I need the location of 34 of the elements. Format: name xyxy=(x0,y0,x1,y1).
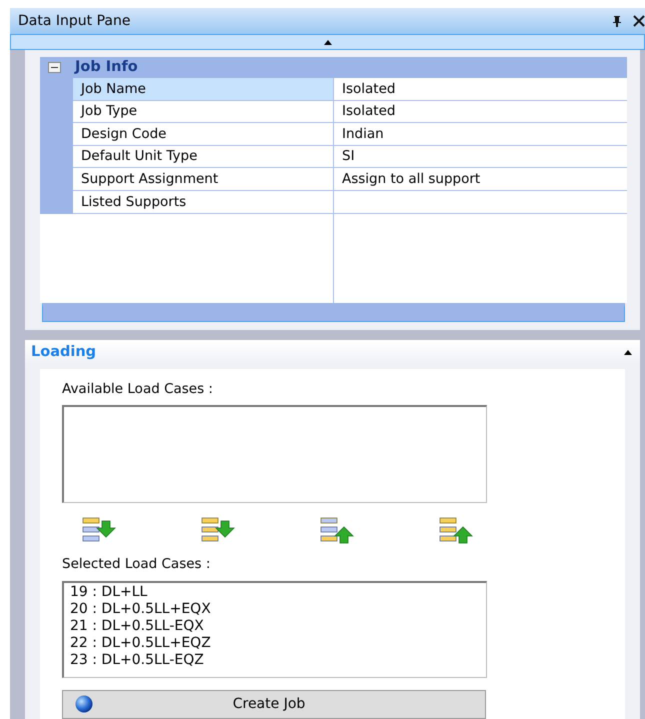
list-label: Selected Load Cases : xyxy=(62,555,212,574)
property-name[interactable]: Default Unit Type xyxy=(73,146,334,168)
collapse-icon[interactable] xyxy=(48,62,61,73)
property-name[interactable]: Design Code xyxy=(73,123,334,146)
move-up-icon[interactable] xyxy=(320,517,356,544)
property-value[interactable]: SI xyxy=(334,146,627,168)
row-header xyxy=(40,190,73,214)
property-name[interactable]: Listed Supports xyxy=(73,190,334,214)
list-item[interactable]: 23 : DL+0.5LL-EQZ xyxy=(64,652,486,668)
list-item[interactable]: 21 : DL+0.5LL-EQX xyxy=(64,618,486,634)
list-item[interactable]: 19 : DL+LL xyxy=(64,584,486,600)
close-icon[interactable] xyxy=(633,15,645,27)
collapse-icon[interactable] xyxy=(624,350,632,355)
property-value[interactable]: Isolated xyxy=(334,78,627,101)
property-value[interactable]: Indian xyxy=(334,123,627,146)
pane-title: Data Input Pane xyxy=(18,12,132,30)
list-item[interactable]: 20 : DL+0.5LL+EQX xyxy=(64,600,486,618)
property-name[interactable]: Job Type xyxy=(73,100,334,124)
move-down-icon[interactable] xyxy=(82,517,118,544)
category-label: Job Info xyxy=(75,58,138,77)
move-all-down-icon[interactable] xyxy=(201,517,237,544)
property-value[interactable]: Isolated xyxy=(334,100,627,124)
create-job-button[interactable]: Create Job xyxy=(62,690,486,718)
list-label: Available Load Cases : xyxy=(62,380,214,399)
list-item[interactable]: 22 : DL+0.5LL+EQZ xyxy=(64,634,486,652)
property-name[interactable]: Support Assignment xyxy=(73,168,334,191)
collapse-icon[interactable] xyxy=(324,40,332,44)
property-name[interactable]: Job Name xyxy=(73,78,334,101)
globe-icon xyxy=(75,695,93,713)
section-title: Loading xyxy=(31,342,98,362)
property-value[interactable]: Assign to all support xyxy=(334,168,627,191)
available-list[interactable] xyxy=(62,405,487,504)
pin-icon[interactable] xyxy=(611,15,623,27)
move-all-up-icon[interactable] xyxy=(439,517,475,544)
